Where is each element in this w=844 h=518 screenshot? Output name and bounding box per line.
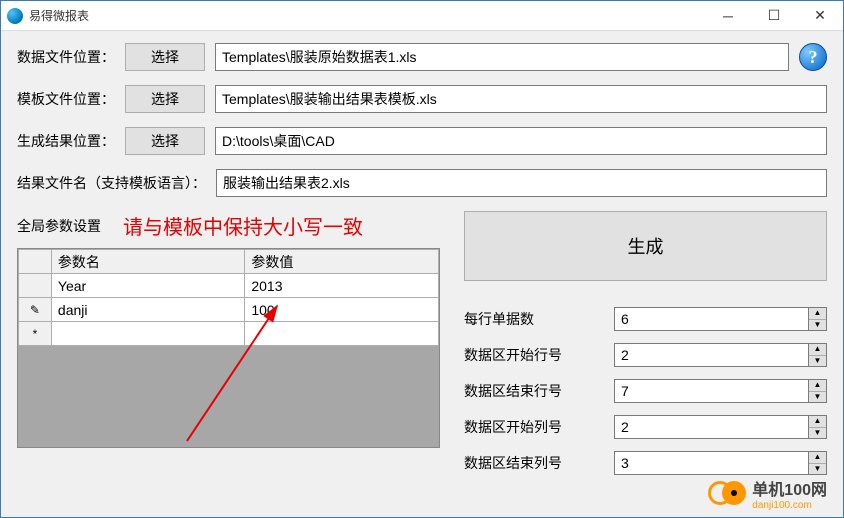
start-col-input[interactable] bbox=[615, 416, 808, 438]
app-icon bbox=[7, 8, 23, 24]
label-result-loc: 生成结果位置： bbox=[17, 131, 115, 151]
label-result-name: 结果文件名（支持模板语言）： bbox=[17, 173, 206, 193]
numeric-label: 每行单据数 bbox=[464, 309, 614, 329]
grid-corner bbox=[19, 250, 52, 274]
spin-up-icon[interactable]: ▲ bbox=[809, 380, 826, 392]
row-result-name: 结果文件名（支持模板语言）： bbox=[17, 169, 827, 197]
result-loc-input[interactable] bbox=[215, 127, 827, 155]
lower-area: 全局参数设置 请与模板中保持大小写一致 参数名 参数值 bbox=[17, 211, 827, 487]
col-header-value: 参数值 bbox=[245, 250, 439, 274]
row-data-file: 数据文件位置： 选择 ? bbox=[17, 43, 827, 71]
cell-name[interactable]: Year bbox=[51, 274, 244, 298]
cell-value[interactable]: 100 bbox=[245, 298, 439, 322]
end-col-input[interactable] bbox=[615, 452, 808, 474]
numeric-label: 数据区开始行号 bbox=[464, 345, 614, 365]
numeric-row: 数据区结束列号 ▲▼ bbox=[464, 451, 827, 475]
titlebar: 易得微报表 ─ ☐ ✕ bbox=[1, 1, 843, 31]
numeric-label: 数据区结束列号 bbox=[464, 453, 614, 473]
maximize-button[interactable]: ☐ bbox=[751, 1, 797, 31]
client-area: 数据文件位置： 选择 ? 模板文件位置： 选择 生成结果位置： 选择 结果文件名… bbox=[1, 31, 843, 517]
window-title: 易得微报表 bbox=[29, 7, 89, 24]
spin-down-icon[interactable]: ▼ bbox=[809, 464, 826, 475]
col-header-name: 参数名 bbox=[51, 250, 244, 274]
main-window: 易得微报表 ─ ☐ ✕ 数据文件位置： 选择 ? 模板文件位置： 选择 生成结果… bbox=[0, 0, 844, 518]
start-row-input[interactable] bbox=[615, 344, 808, 366]
table-row[interactable]: * bbox=[19, 322, 439, 346]
data-file-input[interactable] bbox=[215, 43, 789, 71]
minimize-button[interactable]: ─ bbox=[705, 1, 751, 31]
bills-per-row-input[interactable] bbox=[615, 308, 808, 330]
table-row[interactable]: ✎ danji 100 bbox=[19, 298, 439, 322]
global-params-title: 全局参数设置 bbox=[17, 216, 101, 236]
cell-value[interactable] bbox=[245, 322, 439, 346]
row-marker-new-icon: * bbox=[19, 322, 52, 346]
params-header: 全局参数设置 请与模板中保持大小写一致 bbox=[17, 211, 440, 240]
spin-down-icon[interactable]: ▼ bbox=[809, 392, 826, 403]
spin-up-icon[interactable]: ▲ bbox=[809, 344, 826, 356]
bills-per-row-stepper[interactable]: ▲▼ bbox=[614, 307, 827, 331]
generate-button[interactable]: 生成 bbox=[464, 211, 827, 281]
close-button[interactable]: ✕ bbox=[797, 1, 843, 31]
params-grid-container: 参数名 参数值 Year 2013 ✎ bbox=[17, 248, 440, 448]
end-row-stepper[interactable]: ▲▼ bbox=[614, 379, 827, 403]
template-file-input[interactable] bbox=[215, 85, 827, 113]
label-template-file: 模板文件位置： bbox=[17, 89, 115, 109]
row-marker-edit-icon: ✎ bbox=[19, 298, 52, 322]
right-pane: 生成 每行单据数 ▲▼ 数据区开始行号 ▲▼ 数据区结束行号 bbox=[464, 211, 827, 487]
numeric-label: 数据区开始列号 bbox=[464, 417, 614, 437]
numeric-row: 每行单据数 ▲▼ bbox=[464, 307, 827, 331]
start-col-stepper[interactable]: ▲▼ bbox=[614, 415, 827, 439]
label-data-file: 数据文件位置： bbox=[17, 47, 115, 67]
global-params-hint: 请与模板中保持大小写一致 bbox=[123, 211, 363, 240]
start-row-stepper[interactable]: ▲▼ bbox=[614, 343, 827, 367]
cell-name[interactable]: danji bbox=[51, 298, 244, 322]
spin-down-icon[interactable]: ▼ bbox=[809, 356, 826, 367]
result-name-input[interactable] bbox=[216, 169, 827, 197]
watermark-name: 单机100网 bbox=[752, 482, 827, 499]
table-row[interactable]: Year 2013 bbox=[19, 274, 439, 298]
watermark: 单机100网 danji100.com bbox=[708, 476, 827, 511]
cell-name[interactable] bbox=[51, 322, 244, 346]
choose-result-loc-button[interactable]: 选择 bbox=[125, 127, 205, 155]
spin-up-icon[interactable]: ▲ bbox=[809, 308, 826, 320]
choose-template-file-button[interactable]: 选择 bbox=[125, 85, 205, 113]
end-row-input[interactable] bbox=[615, 380, 808, 402]
spin-down-icon[interactable]: ▼ bbox=[809, 428, 826, 439]
row-template-file: 模板文件位置： 选择 bbox=[17, 85, 827, 113]
numeric-row: 数据区开始行号 ▲▼ bbox=[464, 343, 827, 367]
numeric-row: 数据区开始列号 ▲▼ bbox=[464, 415, 827, 439]
spin-up-icon[interactable]: ▲ bbox=[809, 416, 826, 428]
spin-up-icon[interactable]: ▲ bbox=[809, 452, 826, 464]
cell-value[interactable]: 2013 bbox=[245, 274, 439, 298]
row-result-loc: 生成结果位置： 选择 bbox=[17, 127, 827, 155]
watermark-logo-icon bbox=[708, 481, 746, 507]
numeric-row: 数据区结束行号 ▲▼ bbox=[464, 379, 827, 403]
watermark-url: danji100.com bbox=[752, 500, 827, 511]
left-pane: 全局参数设置 请与模板中保持大小写一致 参数名 参数值 bbox=[17, 211, 440, 487]
numeric-label: 数据区结束行号 bbox=[464, 381, 614, 401]
row-marker bbox=[19, 274, 52, 298]
end-col-stepper[interactable]: ▲▼ bbox=[614, 451, 827, 475]
params-grid[interactable]: 参数名 参数值 Year 2013 ✎ bbox=[18, 249, 439, 346]
help-icon[interactable]: ? bbox=[799, 43, 827, 71]
choose-data-file-button[interactable]: 选择 bbox=[125, 43, 205, 71]
spin-down-icon[interactable]: ▼ bbox=[809, 320, 826, 331]
